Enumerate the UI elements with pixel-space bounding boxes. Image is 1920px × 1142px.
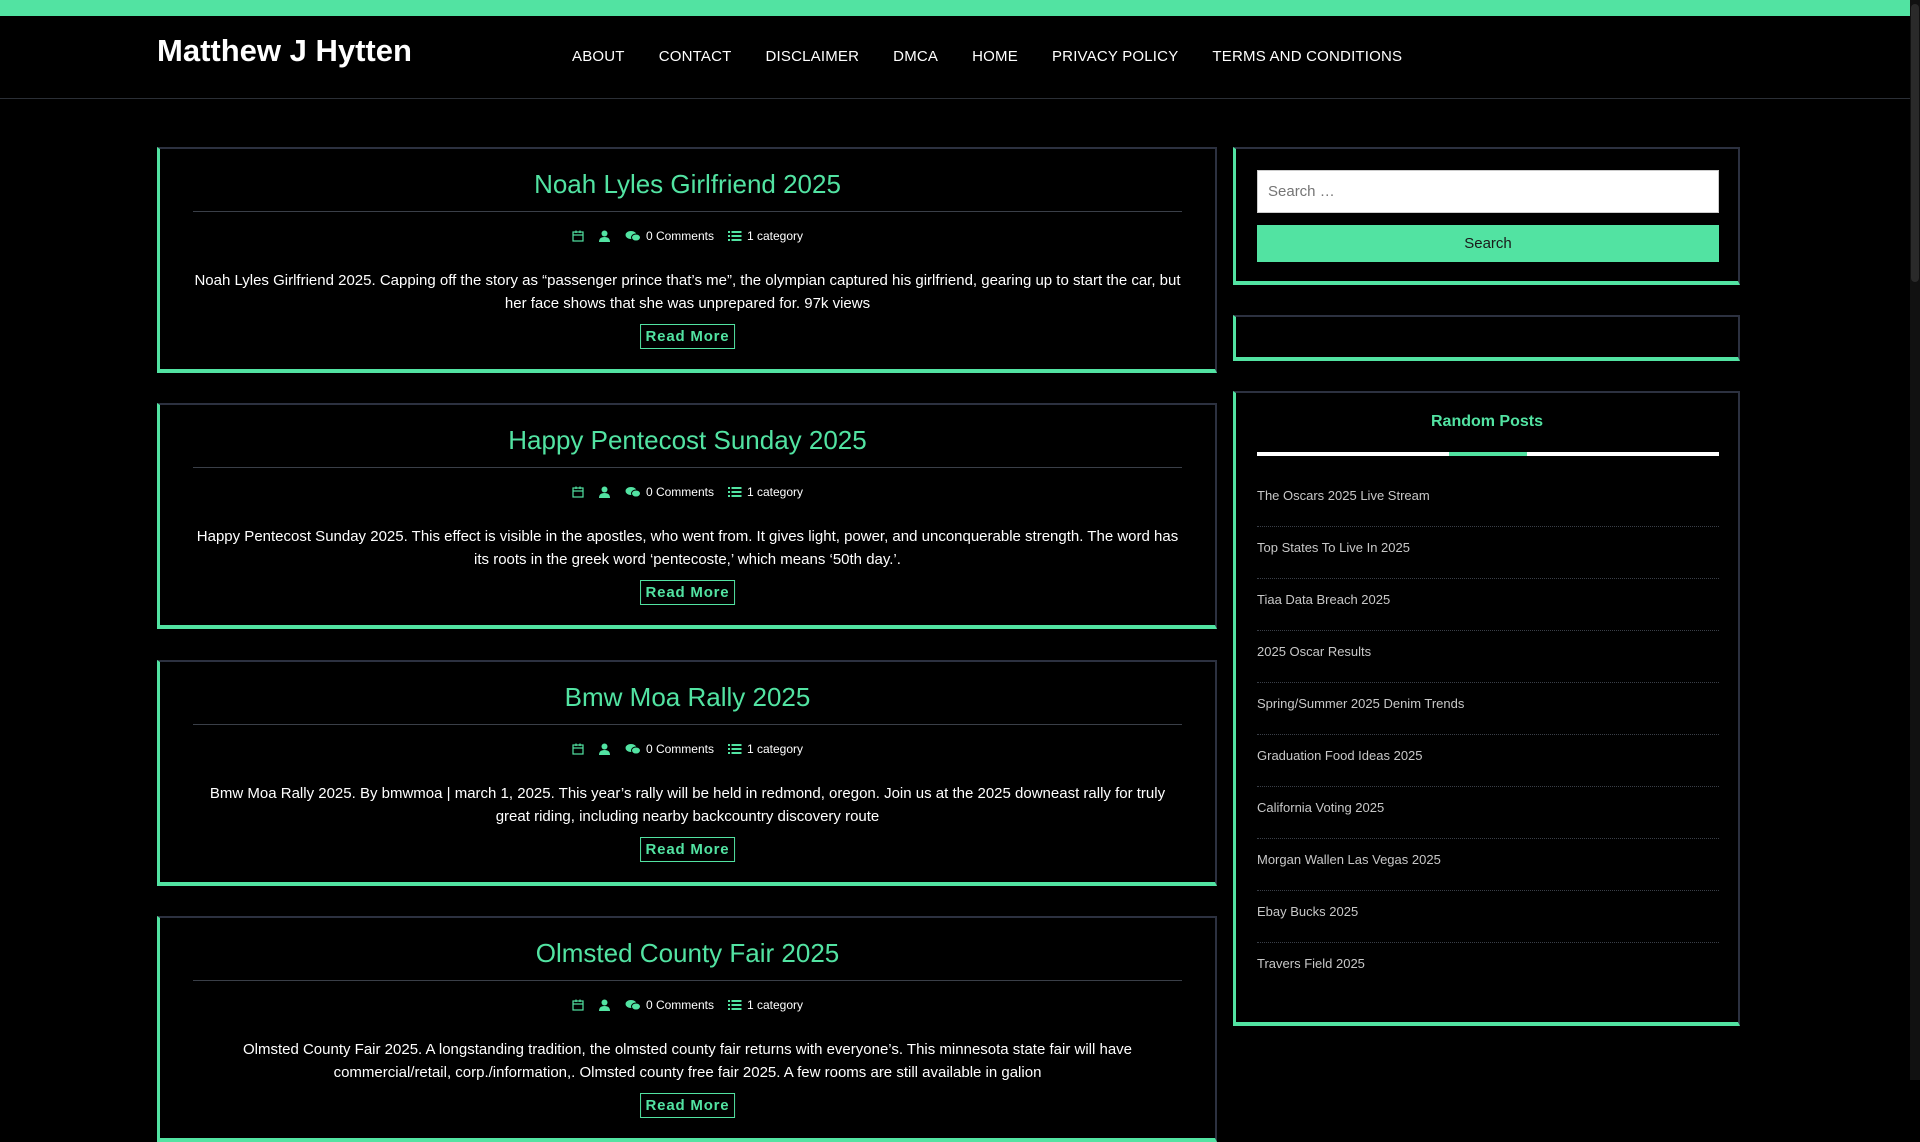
main-nav: ABOUT CONTACT DISCLAIMER DMCA HOME PRIVA…: [572, 48, 1436, 65]
list-icon: [727, 1000, 742, 1010]
post-card: Olmsted County Fair 2025 0 Comments 1 ca…: [157, 916, 1217, 1142]
post-title[interactable]: Bmw Moa Rally 2025: [160, 682, 1215, 713]
divider: [193, 467, 1182, 468]
comments-link[interactable]: 0 Comments: [625, 229, 714, 243]
category-link[interactable]: 1 category: [727, 229, 804, 243]
random-post-link[interactable]: The Oscars 2025 Live Stream: [1257, 476, 1719, 527]
category-link[interactable]: 1 category: [727, 998, 804, 1012]
category-count: 1 category: [746, 485, 804, 499]
calendar-icon[interactable]: [572, 230, 584, 242]
list-icon: [727, 744, 742, 754]
post-meta: 0 Comments 1 category: [160, 742, 1215, 756]
random-post-link[interactable]: Morgan Wallen Las Vegas 2025: [1257, 840, 1719, 891]
random-post-link[interactable]: Graduation Food Ideas 2025: [1257, 736, 1719, 787]
nav-terms-and-conditions[interactable]: TERMS AND CONDITIONS: [1212, 48, 1402, 65]
random-posts-list: The Oscars 2025 Live Stream Top States T…: [1257, 476, 1719, 996]
post-card: Bmw Moa Rally 2025 0 Comments 1 category…: [157, 660, 1217, 886]
post-title[interactable]: Happy Pentecost Sunday 2025: [160, 425, 1215, 456]
calendar-icon[interactable]: [572, 999, 584, 1011]
comments-link[interactable]: 0 Comments: [625, 485, 714, 499]
random-post-link[interactable]: Travers Field 2025: [1257, 944, 1719, 995]
list-icon: [727, 231, 742, 241]
comments-icon: [625, 744, 641, 755]
divider: [193, 724, 1182, 725]
random-post-link[interactable]: 2025 Oscar Results: [1257, 632, 1719, 683]
nav-privacy-policy[interactable]: PRIVACY POLICY: [1052, 48, 1178, 65]
post-excerpt: Noah Lyles Girlfriend 2025. Capping off …: [194, 272, 1181, 312]
nav-about[interactable]: ABOUT: [572, 48, 625, 65]
random-posts-title: Random Posts: [1430, 413, 1543, 430]
user-icon[interactable]: [598, 999, 611, 1011]
divider: [193, 211, 1182, 212]
random-posts-widget: Random Posts The Oscars 2025 Live Stream…: [1233, 391, 1740, 1026]
read-more-button[interactable]: Read More: [639, 324, 736, 349]
title-underline: [1257, 452, 1719, 456]
post-title[interactable]: Olmsted County Fair 2025: [160, 938, 1215, 969]
list-icon: [727, 487, 742, 497]
calendar-icon[interactable]: [572, 743, 584, 755]
user-icon[interactable]: [598, 230, 611, 242]
category-link[interactable]: 1 category: [727, 742, 804, 756]
comments-link[interactable]: 0 Comments: [625, 998, 714, 1012]
random-post-link[interactable]: California Voting 2025: [1257, 788, 1719, 839]
scrollbar-thumb[interactable]: [1911, 4, 1919, 282]
random-post-link[interactable]: Ebay Bucks 2025: [1257, 892, 1719, 943]
post-meta: 0 Comments 1 category: [160, 485, 1215, 499]
post-meta: 0 Comments 1 category: [160, 998, 1215, 1012]
post-excerpt: Bmw Moa Rally 2025. By bmwmoa | march 1,…: [209, 785, 1166, 825]
divider: [193, 980, 1182, 981]
search-widget: Search: [1233, 147, 1740, 285]
comments-icon: [625, 231, 641, 242]
user-icon[interactable]: [598, 486, 611, 498]
read-more-button[interactable]: Read More: [639, 1093, 736, 1118]
post-title[interactable]: Noah Lyles Girlfriend 2025: [160, 169, 1215, 200]
page-scrollbar[interactable]: [1910, 0, 1920, 1080]
comments-count: 0 Comments: [645, 485, 714, 499]
title-underline-accent: [1449, 452, 1527, 456]
search-input[interactable]: [1257, 170, 1719, 213]
post-excerpt: Happy Pentecost Sunday 2025. This effect…: [196, 528, 1179, 568]
post-meta: 0 Comments 1 category: [160, 229, 1215, 243]
site-header: Matthew J Hytten ABOUT CONTACT DISCLAIME…: [0, 16, 1910, 99]
random-post-link[interactable]: Top States To Live In 2025: [1257, 528, 1719, 579]
comments-count: 0 Comments: [645, 742, 714, 756]
nav-contact[interactable]: CONTACT: [659, 48, 732, 65]
comments-icon: [625, 487, 641, 498]
comments-count: 0 Comments: [645, 998, 714, 1012]
random-post-link[interactable]: Tiaa Data Breach 2025: [1257, 580, 1719, 631]
nav-disclaimer[interactable]: DISCLAIMER: [765, 48, 859, 65]
category-count: 1 category: [746, 742, 804, 756]
read-more-button[interactable]: Read More: [639, 837, 736, 862]
search-button[interactable]: Search: [1257, 225, 1719, 262]
comments-link[interactable]: 0 Comments: [625, 742, 714, 756]
empty-widget: [1233, 315, 1740, 361]
nav-home[interactable]: HOME: [972, 48, 1018, 65]
post-card: Happy Pentecost Sunday 2025 0 Comments 1…: [157, 403, 1217, 629]
category-count: 1 category: [746, 998, 804, 1012]
calendar-icon[interactable]: [572, 486, 584, 498]
read-more-button[interactable]: Read More: [639, 580, 736, 605]
comments-count: 0 Comments: [645, 229, 714, 243]
post-card: Noah Lyles Girlfriend 2025 0 Comments 1 …: [157, 147, 1217, 373]
top-accent-strip: [0, 0, 1910, 16]
post-excerpt: Olmsted County Fair 2025. A longstanding…: [242, 1041, 1133, 1081]
user-icon[interactable]: [598, 743, 611, 755]
site-title[interactable]: Matthew J Hytten: [157, 33, 412, 69]
comments-icon: [625, 1000, 641, 1011]
category-link[interactable]: 1 category: [727, 485, 804, 499]
category-count: 1 category: [746, 229, 804, 243]
random-post-link[interactable]: Spring/Summer 2025 Denim Trends: [1257, 684, 1719, 735]
nav-dmca[interactable]: DMCA: [893, 48, 938, 65]
